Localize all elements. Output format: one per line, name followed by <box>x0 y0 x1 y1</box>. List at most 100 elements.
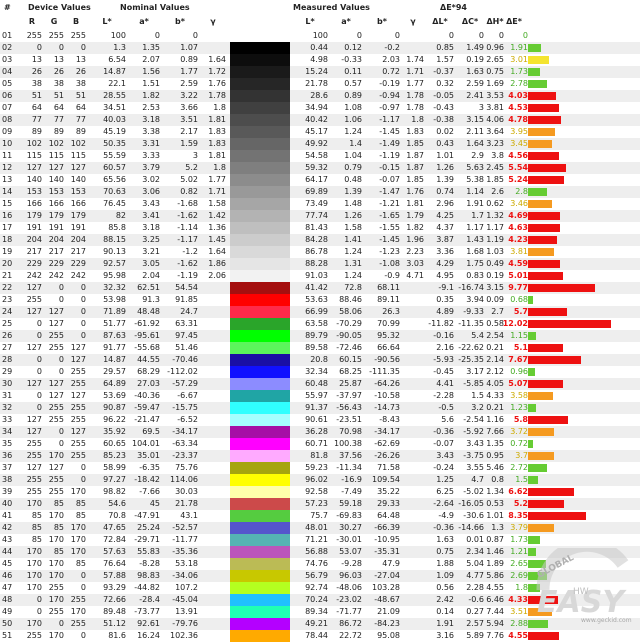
cell-r: 127 <box>26 415 42 424</box>
cell-mb: -0.19 <box>379 79 400 88</box>
cell-r: 255 <box>26 295 42 304</box>
delta-e-bar <box>528 104 559 112</box>
cell-dc: 3 <box>478 103 484 112</box>
cell-mg <box>402 522 424 534</box>
cell-nb: 2.17 <box>180 127 198 136</box>
cell-mg <box>402 30 424 42</box>
cell-ng <box>200 366 226 378</box>
cell-ng <box>200 546 226 558</box>
cell-g: 85 <box>53 523 64 532</box>
cell-ng <box>200 510 226 522</box>
cell-b: 255 <box>70 367 86 376</box>
cell-mb: -10.58 <box>374 391 400 400</box>
cell-de: 4.69 <box>508 211 528 220</box>
table-row: 30 127 127 255 64.89 27.03 -57.29 60.48 25.87 -64… <box>0 378 640 390</box>
delta-e-bar <box>528 164 566 172</box>
cell-g: 85 <box>53 547 64 556</box>
cell-dc: 1.5 <box>471 391 484 400</box>
cell-ml: 32.34 <box>305 367 328 376</box>
cell-dl: 1.57 <box>436 55 454 64</box>
cell-ma: -90.05 <box>336 331 362 340</box>
color-swatch <box>230 510 290 522</box>
cell-ng: 1.71 <box>208 187 226 196</box>
color-swatch <box>230 54 290 66</box>
cell-ma: 22.72 <box>339 631 362 640</box>
cell-de: 0 <box>522 31 528 40</box>
cell-r: 85 <box>31 535 42 544</box>
cell-dl: -0.37 <box>433 67 454 76</box>
cell-de: 5.24 <box>508 175 528 184</box>
cell-ml: 56.79 <box>305 571 328 580</box>
cell-nl: 53.69 <box>103 391 126 400</box>
cell-nl: 1.3 <box>113 43 126 52</box>
delta-e-bar <box>528 392 553 400</box>
cell-id: 39 <box>2 487 13 496</box>
table-row: 08 77 77 77 40.03 3.18 3.51 1.81 40.42 1.06 -1.17 1… <box>0 114 640 126</box>
cell-ng <box>200 462 226 474</box>
cell-ma: 30.27 <box>339 523 362 532</box>
cell-ng <box>200 522 226 534</box>
cell-b: 13 <box>75 55 86 64</box>
cell-r: 26 <box>31 67 42 76</box>
cell-ma: 1.24 <box>344 271 362 280</box>
cell-dl: 4.25 <box>436 211 454 220</box>
cell-ma: 25.87 <box>339 379 362 388</box>
cell-nb: 21.78 <box>175 499 198 508</box>
delta-e-bar <box>528 632 559 640</box>
cell-ml: 92.58 <box>305 487 328 496</box>
cell-g: 170 <box>48 451 64 460</box>
cell-g: 64 <box>53 103 64 112</box>
cell-nl: 85.23 <box>103 451 126 460</box>
cell-dc: 2.41 <box>466 91 484 100</box>
cell-dc: 3.55 <box>466 463 484 472</box>
cell-dl: -4.9 <box>438 511 454 520</box>
cell-g: 51 <box>53 91 64 100</box>
cell-id: 44 <box>2 547 13 556</box>
cell-g: 255 <box>48 31 64 40</box>
cell-nb: 0 <box>192 31 198 40</box>
cell-de: 4.23 <box>508 235 528 244</box>
cell-ml: 59.32 <box>305 163 328 172</box>
cell-id: 06 <box>2 91 13 100</box>
cell-nb: 3.22 <box>180 91 198 100</box>
cell-ml: 56.88 <box>305 547 328 556</box>
cell-nb: 43.1 <box>180 511 198 520</box>
cell-g: 115 <box>48 151 64 160</box>
delta-e-bar <box>528 536 540 544</box>
cell-mb: 29.33 <box>377 499 400 508</box>
cell-mg: 1.77 <box>406 79 424 88</box>
table-row: 24 127 127 0 71.89 48.48 24.7 66.99 58.06 26.3 4.8… <box>0 306 640 318</box>
cell-de: 2.78 <box>510 79 528 88</box>
cell-dl: -0.5 <box>438 403 454 412</box>
cell-b: 191 <box>70 223 86 232</box>
cell-ng: 2.06 <box>208 271 226 280</box>
cell-nl: 100 <box>110 31 126 40</box>
cell-dl: 3.36 <box>436 247 454 256</box>
cell-mb: -48.67 <box>374 595 400 604</box>
cell-nl: 93.29 <box>103 583 126 592</box>
cell-na: 3.25 <box>142 235 160 244</box>
cell-dl: 0.02 <box>436 127 454 136</box>
cell-mb: 21.09 <box>377 607 400 616</box>
cell-de: 2.8 <box>515 187 528 196</box>
cell-mg <box>402 330 424 342</box>
cell-na: 3.33 <box>142 151 160 160</box>
cell-dc: -5.02 <box>463 487 484 496</box>
cell-dl: 0.74 <box>436 187 454 196</box>
cell-b: 127 <box>70 343 86 352</box>
cell-na: 3.05 <box>142 259 160 268</box>
cell-r: 166 <box>26 199 42 208</box>
color-swatch <box>230 318 290 330</box>
column-header-nl: L* <box>102 17 112 26</box>
color-swatch <box>230 126 290 138</box>
cell-b: 26 <box>75 67 86 76</box>
cell-nb: -1.19 <box>177 271 198 280</box>
cell-ma: -23.02 <box>336 595 362 604</box>
cell-mg: 1.78 <box>406 103 424 112</box>
color-swatch <box>230 486 290 498</box>
table-row: 29 0 0 255 29.57 68.29 -112.02 32.34 68.25 -111.3… <box>0 366 640 378</box>
table-row: 39 255 255 170 98.82 -7.66 30.03 92.58 -7.49 35.2… <box>0 486 640 498</box>
cell-de: 2.69 <box>510 571 528 580</box>
delta-e-bar <box>528 476 538 484</box>
cell-mg <box>402 414 424 426</box>
